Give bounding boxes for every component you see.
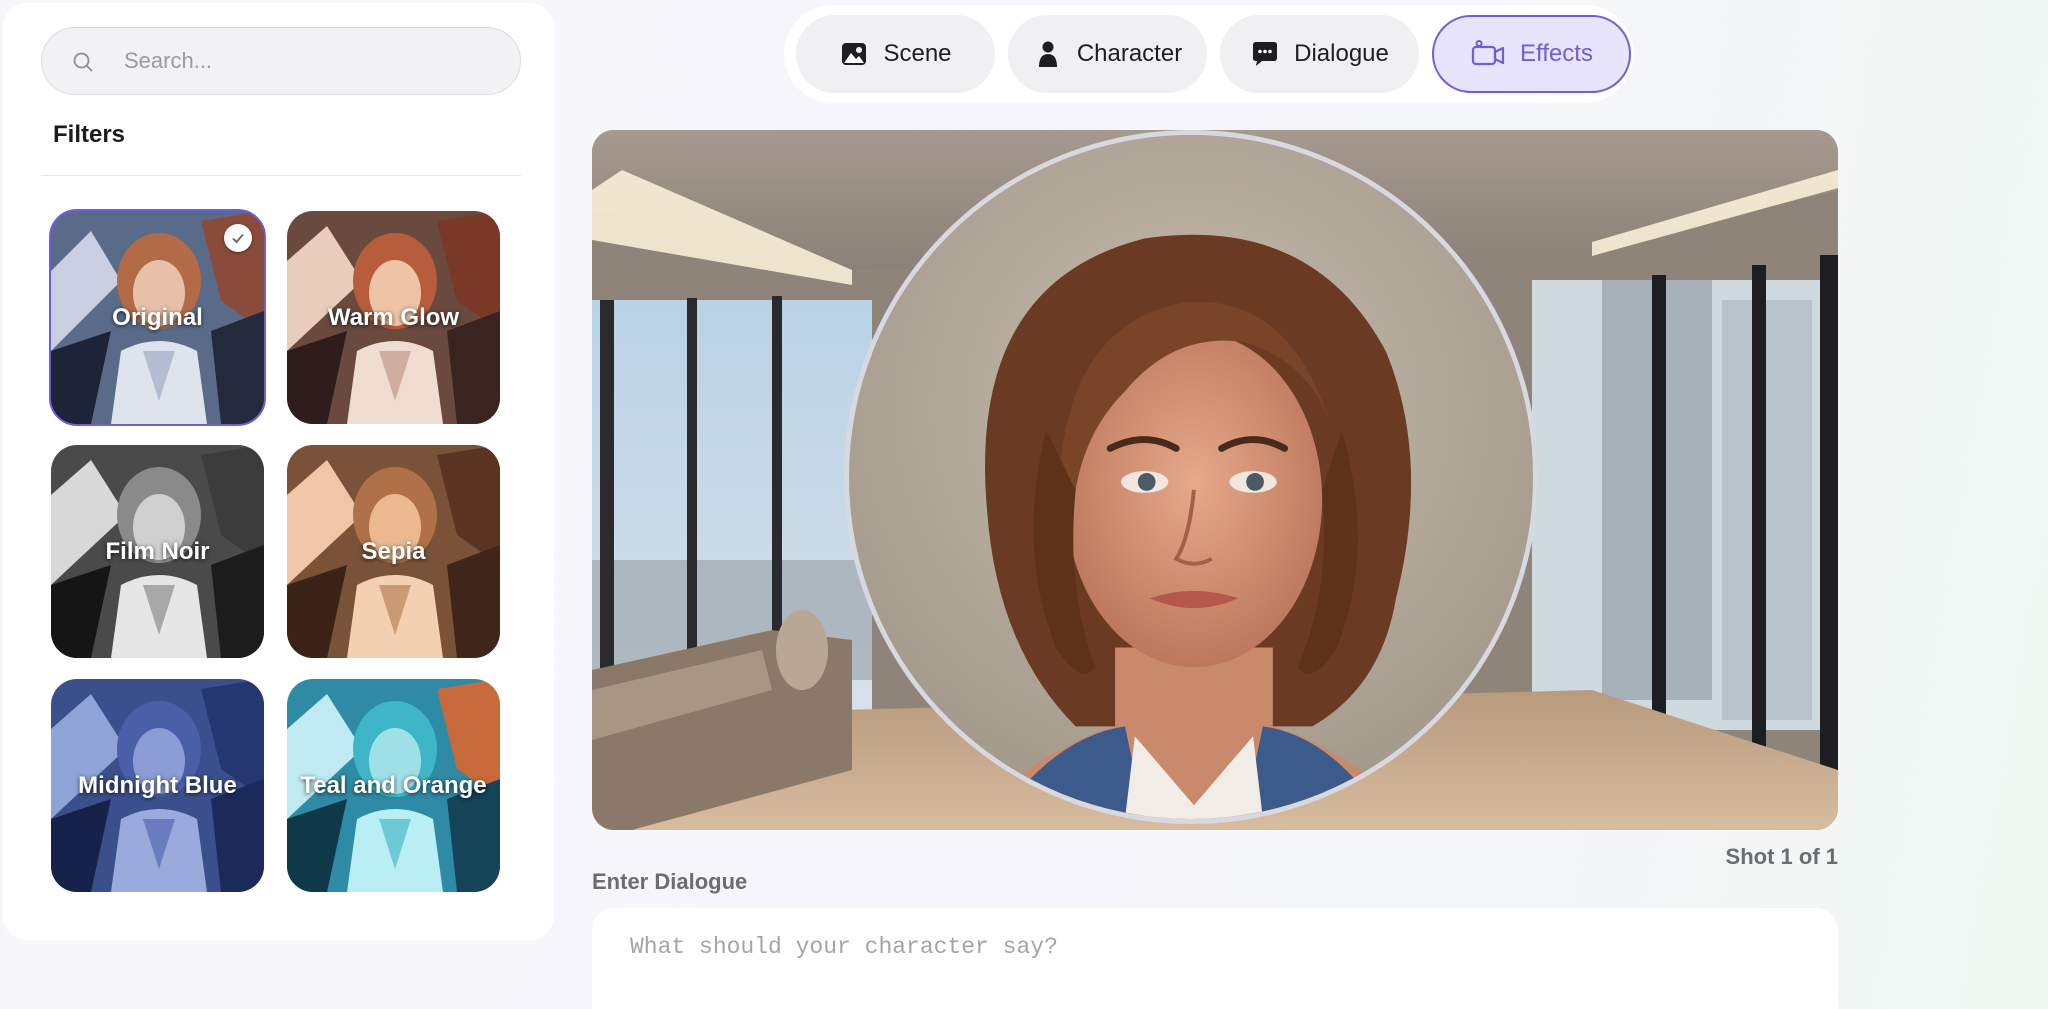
dialogue-input[interactable] xyxy=(630,934,1790,994)
tab-effects[interactable]: Effects xyxy=(1432,15,1631,93)
filter-warm-glow[interactable]: Warm Glow xyxy=(287,211,500,424)
chat-bubble-icon xyxy=(1253,42,1278,66)
filter-label: Film Noir xyxy=(105,537,210,565)
video-camera-icon xyxy=(1471,40,1505,66)
character-portrait xyxy=(844,130,1538,824)
filter-midnight-blue[interactable]: Midnight Blue xyxy=(51,679,264,892)
tab-label: Dialogue xyxy=(1294,40,1389,67)
search-icon xyxy=(73,52,93,72)
tab-label: Character xyxy=(1076,40,1183,67)
dialogue-label: Enter Dialogue xyxy=(592,869,748,894)
tab-label: Effects xyxy=(1520,40,1593,67)
filter-sepia[interactable]: Sepia xyxy=(287,445,500,658)
search-input[interactable] xyxy=(124,28,504,94)
filter-label: Original xyxy=(112,303,203,331)
person-icon xyxy=(1038,41,1057,67)
tab-scene[interactable]: Scene xyxy=(796,15,995,93)
filter-label: Midnight Blue xyxy=(78,771,237,799)
filter-original[interactable]: Original xyxy=(49,209,266,426)
selected-check-icon xyxy=(224,224,252,252)
filter-teal-and-orange[interactable]: Teal and Orange xyxy=(287,679,500,892)
filter-label: Warm Glow xyxy=(327,303,460,331)
filters-panel: Filters Original xyxy=(3,3,554,940)
search-box[interactable] xyxy=(41,27,521,95)
image-icon xyxy=(842,43,867,65)
shot-preview xyxy=(592,130,1838,830)
mode-tab-bar: Scene Character Dialogue Effects xyxy=(784,5,1634,103)
filter-label: Teal and Orange xyxy=(300,771,487,799)
filter-film-noir[interactable]: Film Noir xyxy=(51,445,264,658)
character-face xyxy=(849,135,1533,819)
tab-character[interactable]: Character xyxy=(1008,15,1207,93)
divider xyxy=(41,175,521,176)
dialogue-box[interactable] xyxy=(592,908,1838,1009)
tab-label: Scene xyxy=(883,40,952,67)
filters-heading: Filters xyxy=(53,121,126,148)
tab-dialogue[interactable]: Dialogue xyxy=(1220,15,1419,93)
shot-counter: Shot 1 of 1 xyxy=(1725,844,1838,869)
filter-label: Sepia xyxy=(361,537,426,565)
